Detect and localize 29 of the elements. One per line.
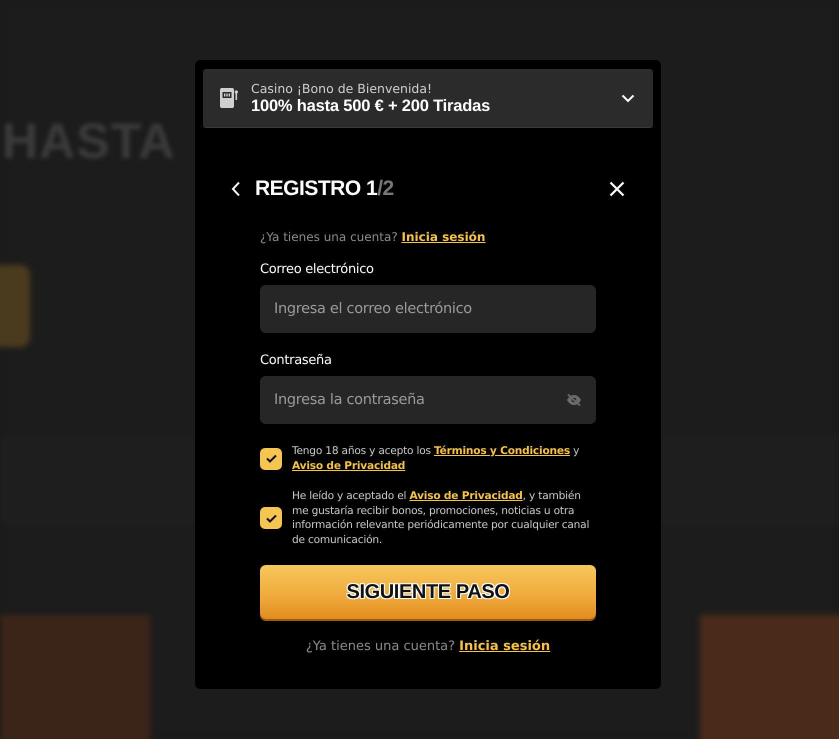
eye-slash-icon[interactable] bbox=[566, 393, 582, 407]
login-link[interactable]: Inicia sesión bbox=[459, 639, 550, 654]
account-prompt: ¿Ya tienes una cuenta? Inicia sesión bbox=[306, 639, 550, 654]
chevron-left-icon bbox=[231, 181, 241, 197]
consent-text: He leído y aceptado el Aviso de Privacidad, y también me gustaría recibir bonos, promociones, noticias u otra información relevante periódicamente por cualquier canal de comunicación. bbox=[292, 489, 590, 547]
checkbox[interactable] bbox=[260, 507, 282, 529]
promo-caption: Casino ¡Bono de Bienvenida! bbox=[251, 80, 434, 96]
close-icon bbox=[609, 181, 625, 197]
field-label: Contraseña bbox=[260, 353, 333, 368]
privacy-link[interactable]: Aviso de Privacidad bbox=[292, 460, 406, 472]
checkbox[interactable] bbox=[260, 448, 282, 470]
checkmark-icon bbox=[266, 514, 276, 522]
next-step-button[interactable]: SIGUIENTE PASO bbox=[260, 565, 596, 619]
expand-button[interactable] bbox=[621, 94, 635, 102]
password-field[interactable]: Ingresa la contraseña bbox=[260, 376, 596, 424]
account-prompt: ¿Ya tienes una cuenta? Inicia sesión bbox=[260, 230, 486, 244]
close-button[interactable] bbox=[609, 181, 625, 197]
promo-offer: 100% hasta 500 € + 200 Tiradas bbox=[251, 96, 492, 116]
back-button[interactable] bbox=[231, 181, 241, 197]
privacy-link[interactable]: Términos y Condiciones bbox=[434, 445, 570, 457]
chevron-icon bbox=[621, 94, 635, 102]
field-label: Correo electrónico bbox=[260, 262, 375, 277]
slot-machine-icon bbox=[219, 87, 239, 109]
consent-text: Tengo 18 años y acepto los Términos y Condiciones y Aviso de Privacidad bbox=[292, 444, 580, 473]
checkmark-icon bbox=[266, 454, 276, 463]
login-link[interactable]: Inicia sesión bbox=[402, 230, 486, 244]
dialog-title: REGISTRO 1/2 bbox=[255, 177, 395, 201]
privacy-link[interactable]: Aviso de Privacidad bbox=[409, 490, 523, 502]
email-field[interactable]: Ingresa el correo electrónico bbox=[260, 285, 596, 333]
